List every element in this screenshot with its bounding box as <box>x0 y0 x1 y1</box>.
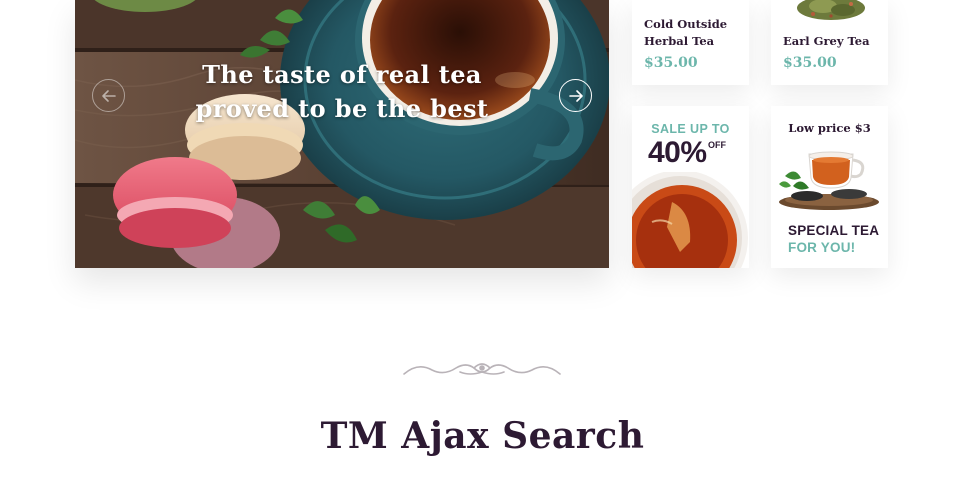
product-name[interactable]: Earl Grey Tea <box>783 33 870 50</box>
section-title: TM Ajax Search <box>320 415 645 457</box>
slide-caption: The taste of real tea proved to be the b… <box>75 58 609 126</box>
promo-teacup-image <box>779 151 879 210</box>
promo-sale-line: SALE UP TO <box>651 122 730 136</box>
promo-banner-special[interactable]: Low price $3 SPECIAL TEA FOR YOU! <box>771 106 888 268</box>
promo-special-line-2: FOR YOU! <box>788 240 856 255</box>
slide-caption-line-2: proved to be the best <box>195 94 489 123</box>
product-price: $35.00 <box>783 55 837 71</box>
promo-special-line-1: SPECIAL TEA <box>788 223 880 238</box>
slide-image <box>75 0 609 268</box>
promo-banner-sale[interactable]: SALE UP TO 40% OFF <box>632 106 749 268</box>
product-name-line-2: Herbal Tea <box>644 34 715 48</box>
product-name[interactable]: Cold Outside Herbal Tea <box>644 16 727 50</box>
slider-prev-button[interactable] <box>92 79 125 112</box>
slider-next-button[interactable] <box>559 79 592 112</box>
promo-tea-image <box>632 172 748 268</box>
promo-low-price: Low price $3 <box>788 121 871 135</box>
product-thumbnail[interactable] <box>771 0 888 26</box>
product-price: $35.00 <box>644 55 698 71</box>
promo-sale-off: OFF <box>708 140 726 150</box>
product-name-line-1: Cold Outside <box>644 17 728 31</box>
product-card[interactable]: Cold Outside Herbal Tea $35.00 <box>632 0 749 85</box>
promo-sale-percent: 40% <box>648 136 707 169</box>
hero-slider[interactable]: The taste of real tea proved to be the b… <box>75 0 609 268</box>
ornament-divider-icon <box>403 363 561 375</box>
arrow-left-icon <box>101 89 116 102</box>
slide-caption-line-1: The taste of real tea <box>202 60 482 89</box>
product-card[interactable]: Earl Grey Tea $35.00 <box>771 0 888 85</box>
arrow-right-icon <box>568 89 583 102</box>
